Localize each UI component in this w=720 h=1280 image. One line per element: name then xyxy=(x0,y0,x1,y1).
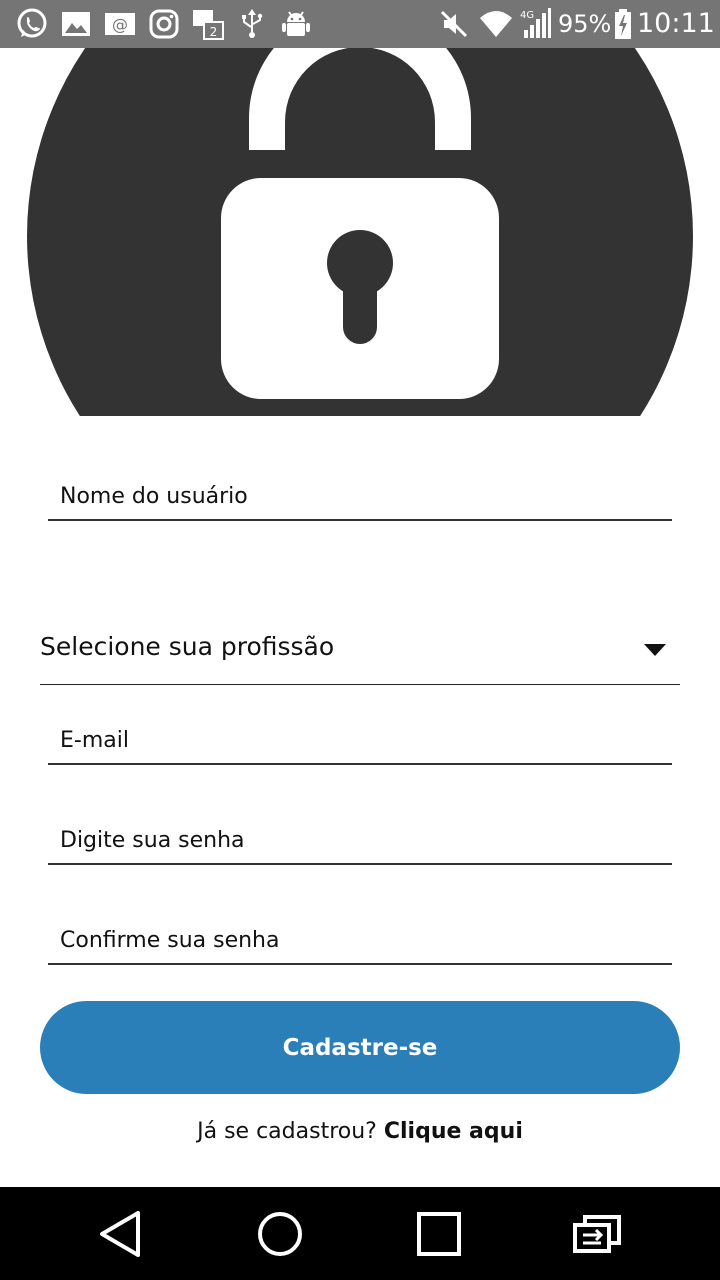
header-lock-banner xyxy=(0,48,720,416)
svg-text:@: @ xyxy=(112,15,128,34)
already-registered-text: Já se cadastrou? xyxy=(197,1119,377,1144)
login-link[interactable]: Clique aqui xyxy=(384,1119,523,1144)
android-debug-icon xyxy=(278,6,314,42)
status-bar: @ 2 4G 95% 10:11 xyxy=(0,0,720,48)
battery-charging-icon xyxy=(612,6,634,42)
username-input[interactable] xyxy=(48,473,672,519)
back-icon[interactable] xyxy=(94,1207,148,1261)
switch-apps-icon[interactable] xyxy=(571,1207,625,1261)
confirm-password-input[interactable] xyxy=(48,917,672,963)
mute-icon xyxy=(436,6,472,42)
clock: 10:11 xyxy=(637,8,715,39)
gallery-icon xyxy=(58,6,94,42)
confirm-password-field[interactable] xyxy=(48,917,672,965)
dropdown-arrow-icon xyxy=(644,644,666,656)
signup-button[interactable]: Cadastre-se xyxy=(40,1001,680,1094)
instagram-icon xyxy=(146,6,182,42)
login-prompt: Já se cadastrou? Clique aqui xyxy=(0,1114,720,1150)
home-icon[interactable] xyxy=(253,1207,307,1261)
translate-icon: 2 xyxy=(190,6,226,42)
recents-icon[interactable] xyxy=(412,1207,466,1261)
navigation-bar xyxy=(0,1187,720,1280)
network-type-label: 4G xyxy=(520,10,534,21)
usb-icon xyxy=(234,6,270,42)
email-input[interactable] xyxy=(48,717,672,763)
wifi-icon xyxy=(478,6,514,42)
battery-percent: 95% xyxy=(558,10,612,38)
whatsapp-icon xyxy=(14,6,50,42)
signal-icon: 4G xyxy=(518,6,552,42)
password-input[interactable] xyxy=(48,817,672,863)
profession-select[interactable]: Selecione sua profissão xyxy=(40,614,680,685)
email-field[interactable] xyxy=(48,717,672,765)
password-field[interactable] xyxy=(48,817,672,865)
email-icon: @ xyxy=(102,6,138,42)
username-field[interactable] xyxy=(48,473,672,521)
profession-select-label: Selecione sua profissão xyxy=(40,632,335,661)
svg-text:2: 2 xyxy=(210,25,218,39)
